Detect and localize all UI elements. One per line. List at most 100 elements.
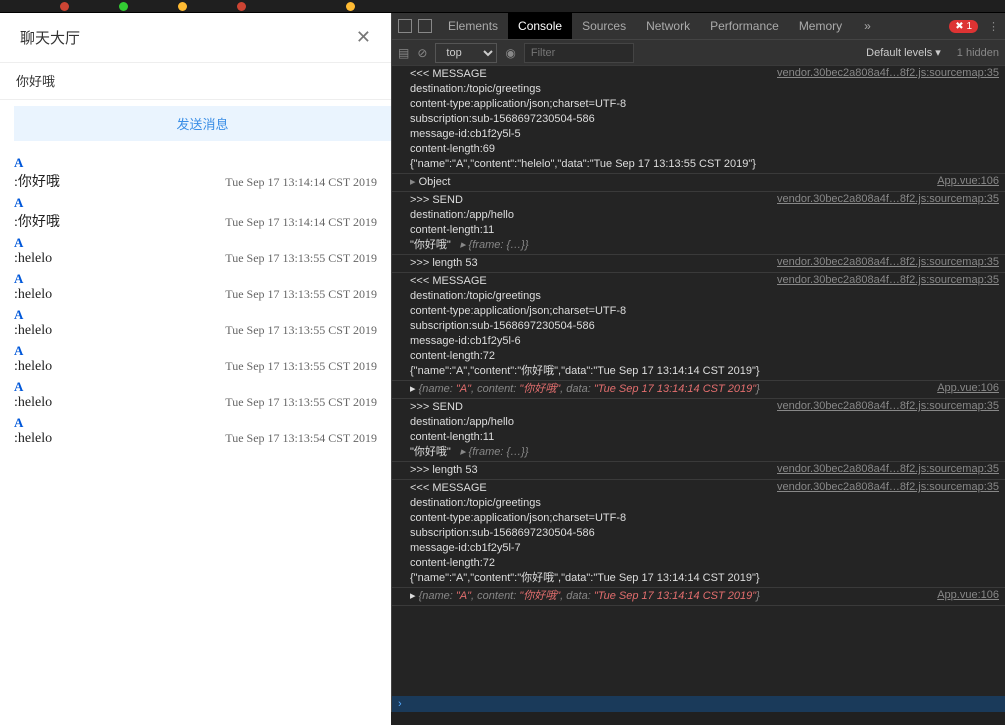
- log-line: content-type:application/json;charset=UT…: [410, 304, 999, 319]
- log-line: {"name":"A","content":"helelo","data":"T…: [410, 157, 999, 172]
- log-line: subscription:sub-1568697230504-586: [410, 319, 999, 334]
- browser-bookmarks-bar: [0, 0, 1005, 13]
- log-line: destination:/app/hello: [410, 415, 999, 430]
- message-timestamp: Tue Sep 17 13:13:55 CST 2019: [225, 395, 377, 410]
- clear-console-icon[interactable]: ⊘: [417, 46, 427, 60]
- device-icon[interactable]: [418, 19, 432, 33]
- message-timestamp: Tue Sep 17 13:13:54 CST 2019: [225, 431, 377, 446]
- message-item: A :helelo Tue Sep 17 13:13:55 CST 2019: [14, 307, 377, 339]
- log-entry: vendor.30bec2a808a4f…8f2.js:sourcemap:35…: [392, 273, 1005, 381]
- log-line: content-length:72: [410, 556, 999, 571]
- tab-network[interactable]: Network: [636, 13, 700, 39]
- log-entry: vendor.30bec2a808a4f…8f2.js:sourcemap:35…: [392, 192, 1005, 255]
- log-line: message-id:cb1f2y5l-6: [410, 334, 999, 349]
- message-item: A :helelo Tue Sep 17 13:13:54 CST 2019: [14, 415, 377, 447]
- chat-input-row: [0, 63, 391, 100]
- tab-memory[interactable]: Memory: [789, 13, 852, 39]
- log-line: message-id:cb1f2y5l-7: [410, 541, 999, 556]
- tabs-more[interactable]: »: [854, 13, 881, 39]
- message-item: A :你好哦 Tue Sep 17 13:14:14 CST 2019: [14, 155, 377, 191]
- source-link[interactable]: App.vue:106: [937, 382, 999, 394]
- settings-icon[interactable]: ⋮: [988, 20, 999, 33]
- chat-header: 聊天大厅 ✕: [0, 13, 391, 63]
- log-object[interactable]: Object: [410, 175, 999, 190]
- log-entry: App.vue:106▸ {name: "A", content: "你好哦",…: [392, 381, 1005, 399]
- source-link[interactable]: vendor.30bec2a808a4f…8f2.js:sourcemap:35: [777, 193, 999, 205]
- log-line: destination:/topic/greetings: [410, 289, 999, 304]
- source-link[interactable]: vendor.30bec2a808a4f…8f2.js:sourcemap:35: [777, 481, 999, 493]
- message-content: :helelo: [14, 431, 52, 447]
- log-entry: vendor.30bec2a808a4f…8f2.js:sourcemap:35…: [392, 66, 1005, 174]
- filter-input[interactable]: [524, 43, 634, 63]
- message-user: A: [14, 195, 377, 211]
- log-line: content-type:application/json;charset=UT…: [410, 511, 999, 526]
- eye-icon[interactable]: ◉: [505, 46, 515, 60]
- log-line: "你好哦" ▸ {frame: {…}}: [410, 238, 999, 253]
- tab-console[interactable]: Console: [508, 13, 572, 39]
- log-line: content-type:application/json;charset=UT…: [410, 97, 999, 112]
- console-prompt[interactable]: ›: [392, 696, 1005, 712]
- log-entry: App.vue:106▸ {name: "A", content: "你好哦",…: [392, 588, 1005, 606]
- log-line: "你好哦" ▸ {frame: {…}}: [410, 445, 999, 460]
- console-log[interactable]: vendor.30bec2a808a4f…8f2.js:sourcemap:35…: [392, 66, 1005, 696]
- log-line: subscription:sub-1568697230504-586: [410, 526, 999, 541]
- log-object[interactable]: ▸ {name: "A", content: "你好哦", data: "Tue…: [410, 589, 999, 604]
- source-link[interactable]: App.vue:106: [937, 589, 999, 601]
- chat-input[interactable]: [16, 73, 375, 88]
- message-timestamp: Tue Sep 17 13:13:55 CST 2019: [225, 323, 377, 338]
- log-entry: vendor.30bec2a808a4f…8f2.js:sourcemap:35…: [392, 480, 1005, 588]
- message-item: A :helelo Tue Sep 17 13:13:55 CST 2019: [14, 271, 377, 303]
- log-entry: vendor.30bec2a808a4f…8f2.js:sourcemap:35…: [392, 399, 1005, 462]
- source-link[interactable]: App.vue:106: [937, 175, 999, 187]
- log-line: destination:/app/hello: [410, 208, 999, 223]
- message-timestamp: Tue Sep 17 13:14:14 CST 2019: [225, 215, 377, 230]
- source-link[interactable]: vendor.30bec2a808a4f…8f2.js:sourcemap:35: [777, 274, 999, 286]
- source-link[interactable]: vendor.30bec2a808a4f…8f2.js:sourcemap:35: [777, 463, 999, 475]
- devtools-panel: ElementsConsoleSourcesNetworkPerformance…: [391, 13, 1005, 712]
- log-levels-select[interactable]: Default levels ▾: [866, 46, 941, 59]
- message-content: :helelo: [14, 395, 52, 411]
- message-content: :helelo: [14, 287, 52, 303]
- message-user: A: [14, 307, 377, 323]
- message-timestamp: Tue Sep 17 13:14:14 CST 2019: [225, 175, 377, 190]
- message-timestamp: Tue Sep 17 13:13:55 CST 2019: [225, 287, 377, 302]
- inspect-icon[interactable]: [398, 19, 412, 33]
- message-user: A: [14, 415, 377, 431]
- log-entry: vendor.30bec2a808a4f…8f2.js:sourcemap:35…: [392, 462, 1005, 480]
- log-line: subscription:sub-1568697230504-586: [410, 112, 999, 127]
- log-line: destination:/topic/greetings: [410, 496, 999, 511]
- context-select[interactable]: top: [435, 43, 497, 63]
- message-item: A :helelo Tue Sep 17 13:13:55 CST 2019: [14, 235, 377, 267]
- log-line: content-length:72: [410, 349, 999, 364]
- message-user: A: [14, 155, 377, 171]
- log-line: content-length:69: [410, 142, 999, 157]
- log-line: content-length:11: [410, 430, 999, 445]
- message-user: A: [14, 271, 377, 287]
- source-link[interactable]: vendor.30bec2a808a4f…8f2.js:sourcemap:35: [777, 400, 999, 412]
- tab-performance[interactable]: Performance: [700, 13, 789, 39]
- tab-elements[interactable]: Elements: [438, 13, 508, 39]
- message-item: A :你好哦 Tue Sep 17 13:14:14 CST 2019: [14, 195, 377, 231]
- log-object[interactable]: ▸ {name: "A", content: "你好哦", data: "Tue…: [410, 382, 999, 397]
- log-line: content-length:11: [410, 223, 999, 238]
- message-timestamp: Tue Sep 17 13:13:55 CST 2019: [225, 251, 377, 266]
- send-button[interactable]: 发送消息: [14, 106, 391, 141]
- chat-dialog: 聊天大厅 ✕ 发送消息 A :你好哦 Tue Sep 17 13:14:14 C…: [0, 13, 391, 725]
- hidden-count: 1 hidden: [957, 47, 999, 59]
- message-user: A: [14, 235, 377, 251]
- message-content: :helelo: [14, 251, 52, 267]
- log-line: message-id:cb1f2y5l-5: [410, 127, 999, 142]
- message-user: A: [14, 343, 377, 359]
- close-icon[interactable]: ✕: [356, 27, 371, 48]
- message-user: A: [14, 379, 377, 395]
- error-badge[interactable]: ✖ 1: [949, 20, 978, 33]
- log-line: destination:/topic/greetings: [410, 82, 999, 97]
- log-entry: App.vue:106Object: [392, 174, 1005, 192]
- message-timestamp: Tue Sep 17 13:13:55 CST 2019: [225, 359, 377, 374]
- source-link[interactable]: vendor.30bec2a808a4f…8f2.js:sourcemap:35: [777, 256, 999, 268]
- source-link[interactable]: vendor.30bec2a808a4f…8f2.js:sourcemap:35: [777, 67, 999, 79]
- tab-sources[interactable]: Sources: [572, 13, 636, 39]
- console-toolbar: ▤ ⊘ top ◉ Default levels ▾ 1 hidden: [392, 40, 1005, 66]
- sidebar-toggle-icon[interactable]: ▤: [398, 46, 409, 60]
- message-list[interactable]: A :你好哦 Tue Sep 17 13:14:14 CST 2019 A :你好…: [0, 151, 391, 725]
